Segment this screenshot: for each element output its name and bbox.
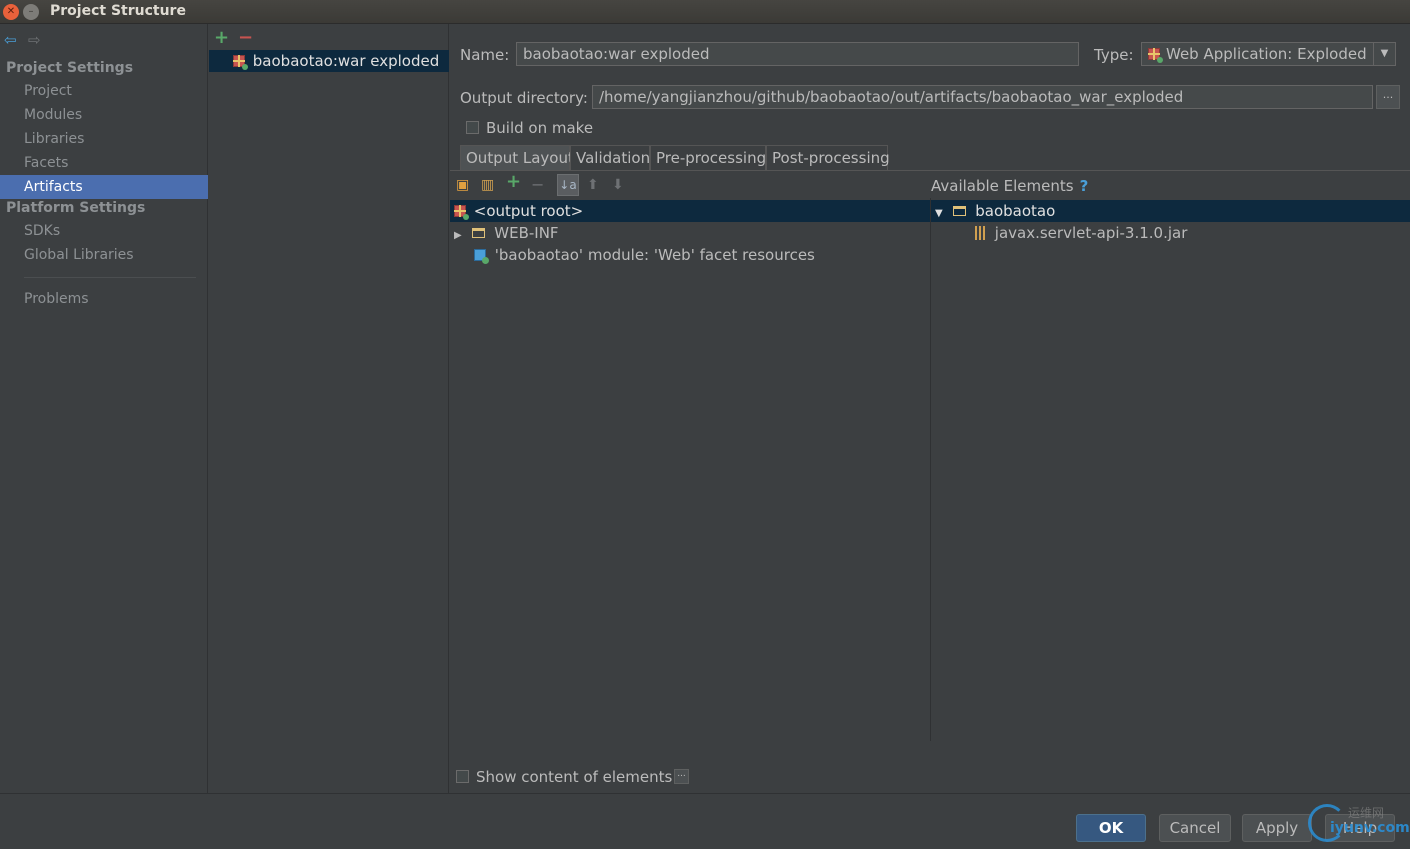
show-content-options-button[interactable]: ... xyxy=(674,769,689,784)
watermark-text: iyunv.com xyxy=(1330,820,1410,836)
cancel-button[interactable]: Cancel xyxy=(1159,814,1231,842)
tree-item-label: javax.servlet-api-3.1.0.jar xyxy=(994,224,1188,242)
tree-item-label: baobaotao xyxy=(975,202,1056,220)
artifact-item-label: baobaotao:war exploded xyxy=(252,52,440,70)
show-content-label: Show content of elements xyxy=(476,768,673,786)
type-label: Type: xyxy=(1094,46,1134,64)
browse-output-directory-button[interactable]: ... xyxy=(1376,85,1400,109)
settings-sidebar: ⇦ ⇨ Project Settings Project Modules Lib… xyxy=(0,24,208,793)
module-folder-icon xyxy=(953,206,967,216)
watermark-cn-text: 运维网 xyxy=(1348,806,1385,820)
title-bar: ✕ – Project Structure xyxy=(0,0,1410,24)
type-select[interactable]: Web Application: Exploded ▼ xyxy=(1141,42,1396,66)
close-window-icon[interactable]: ✕ xyxy=(3,4,19,20)
add-artifact-icon[interactable]: + xyxy=(214,27,229,48)
watermark-logo: 运维网 iyunv.com xyxy=(1308,802,1410,846)
move-up-icon[interactable]: ⬆ xyxy=(587,177,599,193)
tree-item-label: 'baobaotao' module: 'Web' facet resource… xyxy=(494,246,815,264)
remove-artifact-icon[interactable]: − xyxy=(238,27,253,48)
add-element-icon[interactable]: + xyxy=(506,173,521,191)
dialog-button-bar: OK Cancel Apply Help xyxy=(0,793,1410,849)
output-layout-area: ▣ ▥ + − ↓a ⬆ ⬇ Available Elements? <outp… xyxy=(450,171,1410,741)
project-settings-header: Project Settings xyxy=(6,60,134,76)
tree-item-facet-resources[interactable]: 'baobaotao' module: 'Web' facet resource… xyxy=(450,244,930,266)
platform-settings-header: Platform Settings xyxy=(6,200,146,216)
minimize-window-icon[interactable]: – xyxy=(23,4,39,20)
artifact-item-war-exploded[interactable]: baobaotao:war exploded xyxy=(209,50,449,72)
sidebar-item-artifacts[interactable]: Artifacts xyxy=(0,175,208,199)
folder-icon xyxy=(472,228,486,238)
sidebar-item-sdks[interactable]: SDKs xyxy=(0,219,208,243)
tab-pre-processing[interactable]: Pre-processing xyxy=(650,145,766,171)
collapse-arrow-icon[interactable]: ▼ xyxy=(935,208,943,219)
output-directory-field[interactable]: /home/yangjianzhou/github/baobaotao/out/… xyxy=(592,85,1373,109)
tab-post-processing[interactable]: Post-processing xyxy=(766,145,890,171)
tree-column-divider[interactable] xyxy=(930,198,931,741)
create-archive-icon[interactable]: ▥ xyxy=(481,177,494,193)
build-on-make-checkbox[interactable] xyxy=(466,121,479,134)
sidebar-item-facets[interactable]: Facets xyxy=(0,151,208,175)
remove-element-icon[interactable]: − xyxy=(531,177,544,193)
ok-button[interactable]: OK xyxy=(1076,814,1146,842)
sidebar-divider xyxy=(24,277,196,278)
tree-item-web-inf[interactable]: ▶ WEB-INF xyxy=(450,222,930,244)
module-icon xyxy=(474,249,489,264)
expand-arrow-icon[interactable]: ▶ xyxy=(454,230,462,241)
web-app-icon xyxy=(1148,48,1163,63)
show-content-checkbox[interactable] xyxy=(456,770,469,783)
help-icon[interactable]: ? xyxy=(1080,177,1089,195)
type-select-value: Web Application: Exploded xyxy=(1166,45,1367,63)
apply-button[interactable]: Apply xyxy=(1242,814,1312,842)
tab-output-layout[interactable]: Output Layout xyxy=(460,145,574,171)
available-item-baobaotao[interactable]: ▼ baobaotao xyxy=(931,200,1410,222)
window-title: Project Structure xyxy=(50,3,186,19)
move-down-icon[interactable]: ⬇ xyxy=(612,177,624,193)
back-arrow-icon[interactable]: ⇦ xyxy=(4,31,17,49)
tree-item-label: WEB-INF xyxy=(494,224,559,242)
tab-validation[interactable]: Validation xyxy=(570,145,650,171)
name-field[interactable]: baobaotao:war exploded xyxy=(516,42,1079,66)
chevron-down-icon[interactable]: ▼ xyxy=(1373,43,1395,65)
artifact-detail-panel: Name: baobaotao:war exploded Type: Web A… xyxy=(450,24,1410,793)
new-directory-icon[interactable]: ▣ xyxy=(456,177,469,193)
output-root-icon xyxy=(454,205,469,220)
available-item-servlet-jar[interactable]: javax.servlet-api-3.1.0.jar xyxy=(931,222,1410,244)
sidebar-item-modules[interactable]: Modules xyxy=(0,103,208,127)
sidebar-item-libraries[interactable]: Libraries xyxy=(0,127,208,151)
forward-arrow-icon[interactable]: ⇨ xyxy=(28,31,41,49)
tree-item-label: <output root> xyxy=(473,202,584,220)
available-elements-header: Available Elements? xyxy=(931,177,1088,195)
sidebar-item-problems[interactable]: Problems xyxy=(0,287,208,311)
available-elements-title: Available Elements xyxy=(931,177,1074,195)
sidebar-item-global-libraries[interactable]: Global Libraries xyxy=(0,243,208,267)
artifact-icon xyxy=(233,55,248,70)
sidebar-item-project[interactable]: Project xyxy=(0,79,208,103)
jar-icon xyxy=(975,226,985,240)
tree-item-output-root[interactable]: <output root> xyxy=(450,200,930,222)
output-directory-label: Output directory: xyxy=(460,89,588,107)
artifact-list-panel: + − baobaotao:war exploded xyxy=(209,24,449,793)
sort-elements-toggle[interactable]: ↓a xyxy=(557,174,579,196)
name-label: Name: xyxy=(460,46,510,64)
build-on-make-label: Build on make xyxy=(486,119,594,137)
